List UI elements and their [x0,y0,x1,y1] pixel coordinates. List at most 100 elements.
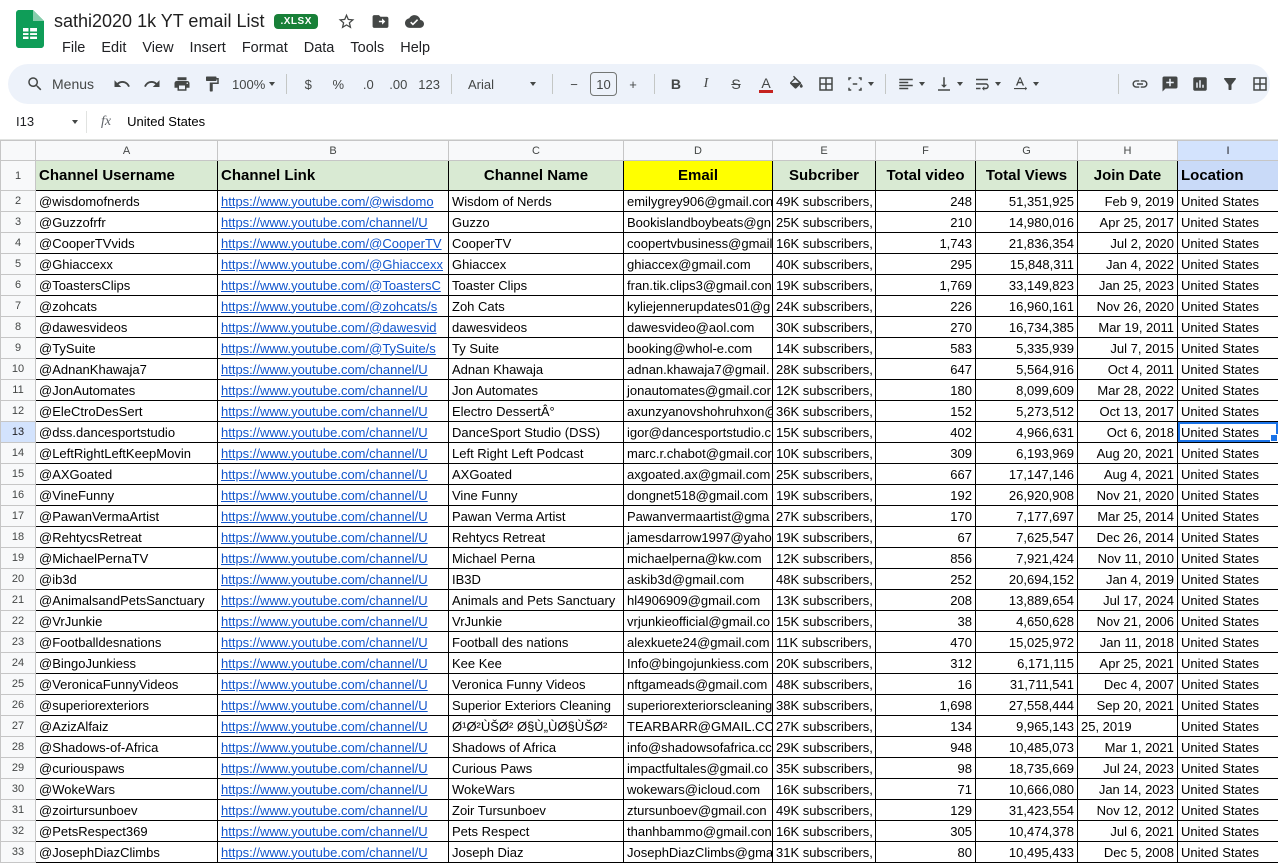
row-header-27[interactable]: 27 [1,716,36,737]
name-box[interactable]: I13 [0,114,86,129]
cell-C6[interactable]: Toaster Clips [449,275,624,296]
row-header-17[interactable]: 17 [1,506,36,527]
cell-D28[interactable]: info@shadowsofafrica.cc [624,737,773,758]
cell-C28[interactable]: Shadows of Africa [449,737,624,758]
cell-G25[interactable]: 31,711,541 [976,674,1078,695]
cell-H19[interactable]: Nov 11, 2010 [1078,548,1178,569]
cell-F30[interactable]: 71 [876,779,976,800]
cell-D17[interactable]: Pawanvermaartist@gma [624,506,773,527]
font-family-selector[interactable]: Arial [459,70,545,98]
cell-D8[interactable]: dawesvideo@aol.com [624,317,773,338]
row-header-2[interactable]: 2 [1,191,36,212]
cell-G8[interactable]: 16,734,385 [976,317,1078,338]
zoom-selector[interactable]: 100% [228,70,279,98]
cell-G23[interactable]: 15,025,972 [976,632,1078,653]
cell-G16[interactable]: 26,920,908 [976,485,1078,506]
column-header-F[interactable]: F [876,141,976,161]
column-header-I[interactable]: I [1178,141,1278,161]
row-header-21[interactable]: 21 [1,590,36,611]
cell-G20[interactable]: 20,694,152 [976,569,1078,590]
cell-A13[interactable]: @dss.dancesportstudio [36,422,218,443]
cell-H25[interactable]: Dec 4, 2007 [1078,674,1178,695]
cell-F13[interactable]: 402 [876,422,976,443]
cell-E12[interactable]: 36K subscribers, [773,401,876,422]
font-size-input[interactable]: 10 [590,72,617,96]
cell-D32[interactable]: thanhbammo@gmail.con [624,821,773,842]
cell-E26[interactable]: 38K subscribers, [773,695,876,716]
cell-I21[interactable]: United States [1178,590,1278,611]
cell-H30[interactable]: Jan 14, 2023 [1078,779,1178,800]
column-header-E[interactable]: E [773,141,876,161]
cell-G28[interactable]: 10,485,073 [976,737,1078,758]
row-header-14[interactable]: 14 [1,443,36,464]
italic-button[interactable]: I [692,70,720,98]
cell-C15[interactable]: AXGoated [449,464,624,485]
cell-H23[interactable]: Jan 11, 2018 [1078,632,1178,653]
document-status-button[interactable] [405,11,425,31]
cell-A21[interactable]: @AnimalsandPetsSanctuary [36,590,218,611]
column-title-F[interactable]: Total video [876,161,976,191]
insert-chart-button[interactable] [1186,70,1214,98]
column-header-H[interactable]: H [1078,141,1178,161]
cell-I6[interactable]: United States [1178,275,1278,296]
cell-B32[interactable]: https://www.youtube.com/channel/U [218,821,449,842]
cell-I16[interactable]: United States [1178,485,1278,506]
cell-C11[interactable]: Jon Automates [449,380,624,401]
sheets-logo[interactable] [16,10,44,53]
cell-B15[interactable]: https://www.youtube.com/channel/U [218,464,449,485]
cell-D24[interactable]: Info@bingojunkiess.com [624,653,773,674]
cell-E23[interactable]: 11K subscribers, [773,632,876,653]
cell-H16[interactable]: Nov 21, 2020 [1078,485,1178,506]
text-rotation-button[interactable] [1007,70,1043,98]
cell-E22[interactable]: 15K subscribers, [773,611,876,632]
cell-H6[interactable]: Jan 25, 2023 [1078,275,1178,296]
cell-E24[interactable]: 20K subscribers, [773,653,876,674]
cell-B8[interactable]: https://www.youtube.com/@dawesvid [218,317,449,338]
row-header-29[interactable]: 29 [1,758,36,779]
cell-G19[interactable]: 7,921,424 [976,548,1078,569]
horizontal-align-button[interactable] [893,70,929,98]
cell-F16[interactable]: 192 [876,485,976,506]
cell-C14[interactable]: Left Right Left Podcast [449,443,624,464]
row-header-20[interactable]: 20 [1,569,36,590]
insert-link-button[interactable] [1126,70,1154,98]
cell-D20[interactable]: askib3d@gmail.com [624,569,773,590]
column-title-I[interactable]: Location [1178,161,1278,191]
increase-font-size-button[interactable]: + [619,70,647,98]
cell-C8[interactable]: dawesvideos [449,317,624,338]
cell-H33[interactable]: Dec 5, 2008 [1078,842,1178,863]
cell-B19[interactable]: https://www.youtube.com/channel/U [218,548,449,569]
cell-H2[interactable]: Feb 9, 2019 [1078,191,1178,212]
cell-E18[interactable]: 19K subscribers, [773,527,876,548]
cell-D27[interactable]: TEARBARR@GMAIL.CC [624,716,773,737]
row-header-8[interactable]: 8 [1,317,36,338]
cell-I22[interactable]: United States [1178,611,1278,632]
cell-E10[interactable]: 28K subscribers, [773,359,876,380]
cell-C2[interactable]: Wisdom of Nerds [449,191,624,212]
cell-I26[interactable]: United States [1178,695,1278,716]
cell-C12[interactable]: Electro DessertÂ° [449,401,624,422]
cell-I27[interactable]: United States [1178,716,1278,737]
decrease-decimal-button[interactable]: .0 [354,70,382,98]
row-header-32[interactable]: 32 [1,821,36,842]
cell-G7[interactable]: 16,960,161 [976,296,1078,317]
cell-I18[interactable]: United States [1178,527,1278,548]
cell-E4[interactable]: 16K subscribers, [773,233,876,254]
cell-E9[interactable]: 14K subscribers, [773,338,876,359]
cell-E8[interactable]: 30K subscribers, [773,317,876,338]
row-header-18[interactable]: 18 [1,527,36,548]
cell-A5[interactable]: @Ghiaccexx [36,254,218,275]
cell-G4[interactable]: 21,836,354 [976,233,1078,254]
cell-B10[interactable]: https://www.youtube.com/channel/U [218,359,449,380]
cell-D14[interactable]: marc.r.chabot@gmail.cor [624,443,773,464]
print-button[interactable] [168,70,196,98]
cell-G18[interactable]: 7,625,547 [976,527,1078,548]
cell-D29[interactable]: impactfultales@gmail.co [624,758,773,779]
cell-B2[interactable]: https://www.youtube.com/@wisdomo [218,191,449,212]
redo-button[interactable] [138,70,166,98]
cell-F2[interactable]: 248 [876,191,976,212]
cell-C32[interactable]: Pets Respect [449,821,624,842]
cell-F23[interactable]: 470 [876,632,976,653]
row-header-23[interactable]: 23 [1,632,36,653]
cell-I3[interactable]: United States [1178,212,1278,233]
